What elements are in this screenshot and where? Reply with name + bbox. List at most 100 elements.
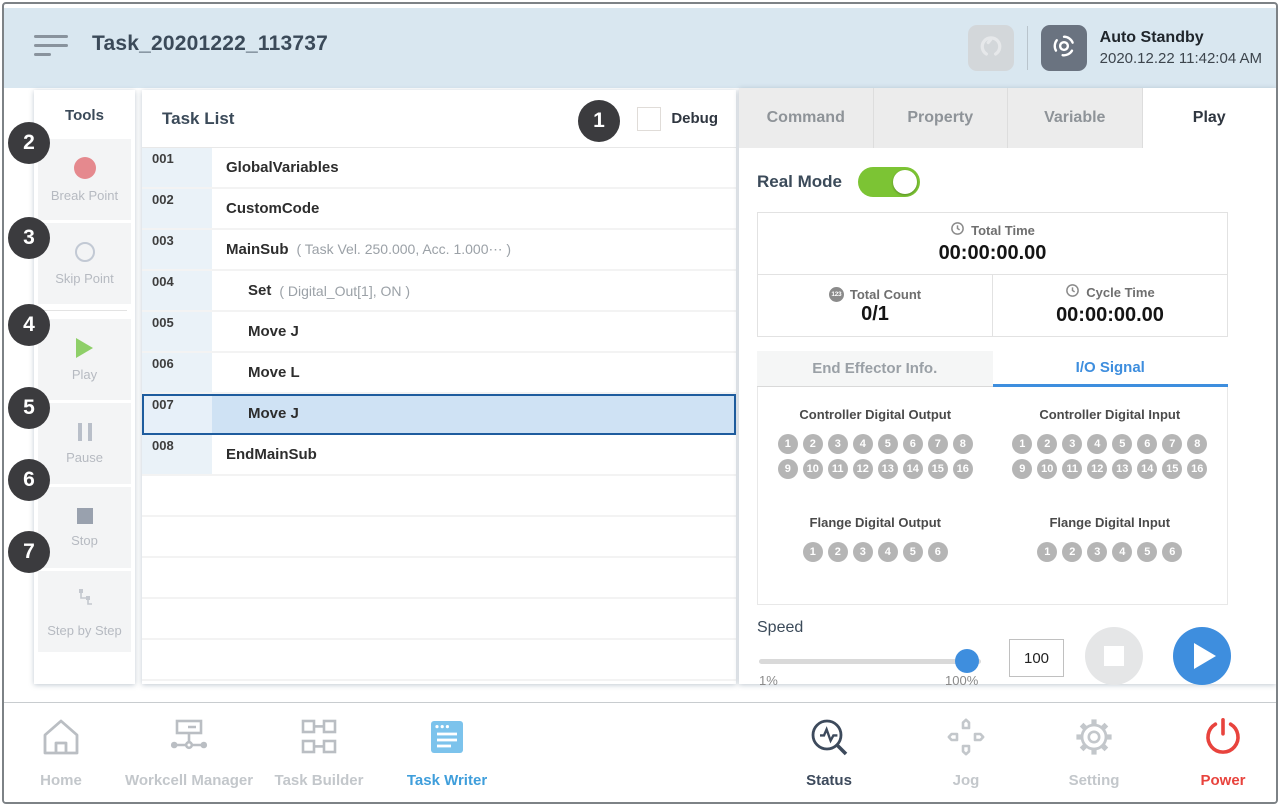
clock-icon: [1065, 283, 1080, 301]
skip-point-icon: [75, 242, 95, 262]
callout-3: 3: [8, 217, 50, 259]
step-by-step-button[interactable]: Step by Step: [38, 571, 131, 652]
status-icon: [805, 748, 853, 765]
io-pin: 6: [928, 542, 948, 562]
io-pin: 7: [1162, 434, 1182, 454]
play-tool-button[interactable]: Play: [38, 319, 131, 400]
debug-checkbox[interactable]: [637, 107, 661, 131]
home-icon: [37, 748, 85, 765]
nav-workcell-manager[interactable]: Workcell Manager: [109, 713, 269, 789]
tab-property[interactable]: Property: [874, 88, 1009, 148]
tab-variable[interactable]: Variable: [1008, 88, 1143, 148]
jog-icon: [942, 748, 990, 765]
stop-run-button[interactable]: [1085, 627, 1143, 685]
speed-value-input[interactable]: [1009, 639, 1064, 677]
real-mode-toggle[interactable]: [858, 167, 920, 197]
io-pin: 15: [1162, 459, 1182, 479]
io-pin: 2: [803, 434, 823, 454]
task-row-001[interactable]: 001 GlobalVariables: [142, 148, 736, 189]
stats-card: Total Time 00:00:00.00 123 Total Count 0…: [757, 212, 1228, 337]
cycle-time-cell: Cycle Time 00:00:00.00: [992, 275, 1227, 336]
task-row-003[interactable]: 003 MainSub ( Task Vel. 250.000, Acc. 1.…: [142, 230, 736, 271]
play-run-button[interactable]: [1173, 627, 1231, 685]
task-row-008[interactable]: 008 EndMainSub: [142, 435, 736, 476]
io-pin: 8: [953, 434, 973, 454]
io-pin: 2: [828, 542, 848, 562]
tools-separator: [42, 310, 127, 311]
header-divider: [1027, 26, 1028, 70]
skip-point-button[interactable]: Skip Point: [38, 223, 131, 304]
row-name: GlobalVariables: [226, 159, 339, 176]
clock-icon: [950, 221, 965, 239]
io-pin: 6: [903, 434, 923, 454]
skip-point-label: Skip Point: [55, 271, 114, 286]
task-row-002[interactable]: 002 CustomCode: [142, 189, 736, 230]
nav-task-writer[interactable]: Task Writer: [387, 713, 507, 789]
flange-digital-input: Flange Digital Input 123456: [993, 515, 1228, 562]
io-group-title: Flange Digital Output: [758, 515, 993, 530]
workcell-manager-icon: [165, 748, 213, 765]
break-point-button[interactable]: Break Point: [38, 139, 131, 220]
task-row-005[interactable]: 005 Move J: [142, 312, 736, 353]
nav-power[interactable]: Power: [1163, 713, 1278, 789]
total-count-value: 0/1: [758, 303, 992, 326]
task-list-header: Task List Debug: [142, 90, 736, 148]
task-row-007-selected[interactable]: 007 Move J: [142, 394, 736, 435]
speed-slider-thumb[interactable]: [955, 649, 979, 673]
tools-panel: Tools Break Point Skip Point Play Pause …: [34, 90, 135, 684]
nav-task-builder[interactable]: Task Builder: [259, 713, 379, 789]
play-triangle-icon: [1194, 643, 1216, 669]
speed-min-label: 1%: [759, 673, 778, 688]
total-count-cell: 123 Total Count 0/1: [758, 275, 992, 336]
row-number: 001: [142, 148, 212, 187]
nav-jog[interactable]: Jog: [906, 713, 1026, 789]
io-pin: 3: [1062, 434, 1082, 454]
io-group-title: Flange Digital Input: [993, 515, 1228, 530]
task-row-004[interactable]: 004 Set ( Digital_Out[1], ON ): [142, 271, 736, 312]
task-row-006[interactable]: 006 Move L: [142, 353, 736, 394]
right-panel: Command Property Variable Play Real Mode…: [739, 88, 1276, 684]
io-pin: 7: [928, 434, 948, 454]
row-name: CustomCode: [226, 200, 319, 217]
io-pin: 10: [1037, 459, 1057, 479]
tab-play[interactable]: Play: [1143, 88, 1277, 148]
nav-status[interactable]: Status: [769, 713, 889, 789]
controller-digital-output: Controller Digital Output 12345678910111…: [758, 407, 993, 479]
io-pin: 11: [1062, 459, 1082, 479]
empty-row: [142, 558, 736, 599]
auto-mode-button[interactable]: [1041, 25, 1087, 71]
io-pin: 9: [1012, 459, 1032, 479]
io-pin: 8: [1187, 434, 1207, 454]
row-name: Move J: [248, 323, 299, 340]
robot-servo-button[interactable]: [968, 25, 1014, 71]
io-pin: 13: [1112, 459, 1132, 479]
robot-mode-datetime: 2020.12.22 11:42:04 AM: [1100, 50, 1262, 67]
io-subtab-bar: End Effector Info. I/O Signal: [757, 351, 1228, 387]
cycle-time-label: Cycle Time: [1086, 285, 1154, 300]
menu-icon[interactable]: [34, 35, 70, 61]
total-time-value: 00:00:00.00: [758, 242, 1227, 265]
nav-label: Setting: [1034, 772, 1154, 789]
top-bar: Task_20201222_113737: [4, 8, 1276, 88]
tab-end-effector-info[interactable]: End Effector Info.: [757, 351, 993, 387]
callout-1: 1: [578, 100, 620, 142]
speed-max-label: 100%: [945, 673, 978, 688]
tab-command[interactable]: Command: [739, 88, 874, 148]
stop-tool-button[interactable]: Stop: [38, 487, 131, 568]
counter-icon: 123: [829, 287, 844, 302]
task-builder-icon: [295, 748, 343, 765]
auto-mode-swirl-icon: [1049, 31, 1079, 66]
io-pin: 12: [1087, 459, 1107, 479]
empty-row: [142, 476, 736, 517]
row-name: MainSub: [226, 241, 289, 258]
tab-io-signal[interactable]: I/O Signal: [993, 351, 1229, 387]
nav-label: Workcell Manager: [109, 772, 269, 789]
callout-5: 5: [8, 387, 50, 429]
task-list-panel: Task List Debug 001 GlobalVariables 002 …: [142, 90, 736, 684]
row-name: EndMainSub: [226, 446, 317, 463]
speed-slider-track[interactable]: [759, 659, 981, 664]
nav-setting[interactable]: Setting: [1034, 713, 1154, 789]
callout-2: 2: [8, 122, 50, 164]
pause-tool-button[interactable]: Pause: [38, 403, 131, 484]
nav-home[interactable]: Home: [2, 713, 121, 789]
